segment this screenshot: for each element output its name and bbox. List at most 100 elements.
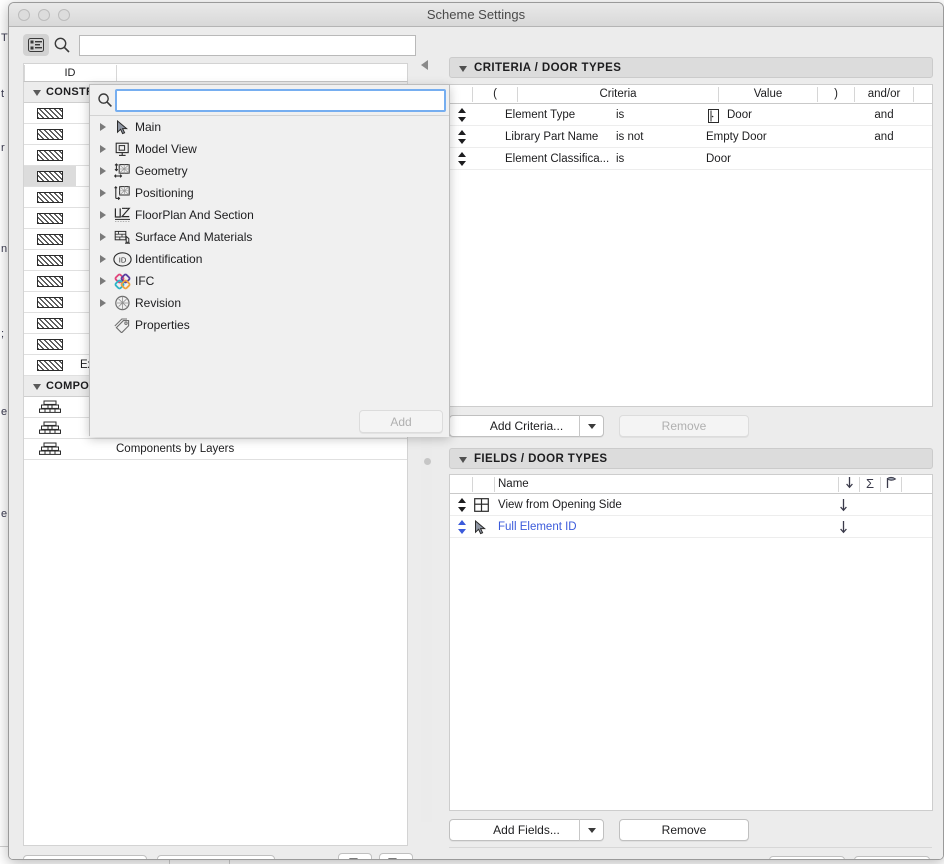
reorder-spinner-icon[interactable] — [457, 130, 466, 144]
cell-criteria[interactable]: Element Type — [505, 104, 575, 126]
scheme-search-input[interactable] — [79, 35, 416, 56]
add-criteria-button[interactable]: Add Criteria... — [449, 415, 604, 437]
tree-item-identification[interactable]: ID Identification — [90, 248, 449, 270]
cell-value[interactable]: Empty Door — [706, 126, 767, 148]
remove-criteria-button[interactable]: Remove — [619, 415, 749, 437]
tree-item-main[interactable]: Main — [90, 116, 449, 138]
delete-button[interactable]: Delete — [157, 855, 275, 859]
cell-field-name[interactable]: View from Opening Side — [498, 494, 622, 516]
dropdown-tree[interactable]: Main Model View Geometry Positioning Flo… — [90, 116, 449, 435]
chevron-right-icon[interactable] — [100, 277, 106, 285]
cell-operator[interactable]: is — [616, 148, 624, 170]
cell-criteria[interactable]: Element Classifica... — [505, 148, 609, 170]
tree-item-revision[interactable]: Revision — [90, 292, 449, 314]
chevron-right-icon[interactable] — [100, 123, 106, 131]
cancel-button[interactable]: Cancel — [769, 856, 845, 859]
column-header-name[interactable]: Name — [498, 475, 598, 493]
group-label: COMPO — [46, 380, 90, 392]
reorder-spinner-icon[interactable] — [457, 152, 466, 166]
tree-item-geometry[interactable]: Geometry — [90, 160, 449, 182]
chevron-right-icon[interactable] — [100, 255, 106, 263]
sum-sigma-icon[interactable]: Σ — [860, 475, 880, 493]
flag-icon[interactable] — [881, 475, 901, 493]
table-row[interactable]: Element Classifica... is Door — [450, 148, 932, 170]
chevron-down-icon[interactable] — [33, 384, 41, 390]
sort-down-icon[interactable] — [839, 520, 859, 542]
collapse-pane-icon[interactable] — [421, 60, 428, 70]
remove-fields-button[interactable]: Remove — [619, 819, 749, 841]
column-header-andor[interactable]: and/or — [855, 85, 913, 103]
chevron-right-icon[interactable] — [100, 167, 106, 175]
new-button[interactable]: New... — [23, 855, 147, 859]
tree-item-surface-and-materials[interactable]: Surface And Materials — [90, 226, 449, 248]
add-field-dropdown-popup[interactable]: Main Model View Geometry Positioning Flo… — [89, 84, 450, 437]
vertical-scrollbar[interactable] — [421, 427, 432, 822]
cell-close-paren[interactable] — [818, 104, 854, 126]
fields-table[interactable]: Name Σ View from Opening Side Full Eleme… — [449, 474, 933, 811]
column-header-open-paren[interactable]: ( — [473, 85, 517, 103]
scrollbar-thumb[interactable] — [424, 458, 431, 465]
chevron-right-icon[interactable] — [100, 211, 106, 219]
cell-close-paren[interactable] — [818, 126, 854, 148]
tree-item-ifc[interactable]: IFC — [90, 270, 449, 292]
chevron-down-icon[interactable] — [459, 66, 467, 72]
composite-hatch-icon — [24, 124, 76, 144]
list-item[interactable]: Components by Layers — [24, 439, 407, 460]
sort-down-icon[interactable] — [839, 475, 859, 493]
background-text-fragment: t — [1, 88, 5, 100]
chevron-down-icon[interactable] — [579, 819, 603, 841]
cell-close-paren[interactable] — [818, 148, 854, 170]
import-document-icon[interactable] — [338, 853, 372, 859]
criteria-table[interactable]: ( Criteria Value ) and/or Element Type i… — [449, 84, 933, 407]
cell-criteria[interactable]: Library Part Name — [505, 126, 598, 148]
ok-button[interactable]: OK — [854, 856, 930, 859]
tree-item-properties[interactable]: Properties — [90, 314, 449, 336]
reorder-spinner-icon[interactable] — [457, 520, 466, 534]
table-row[interactable]: Element Type is Door and — [450, 104, 932, 126]
chevron-right-icon[interactable] — [100, 233, 106, 241]
cell-value[interactable]: Door — [706, 148, 731, 170]
export-document-icon[interactable] — [379, 853, 413, 859]
chevron-down-icon[interactable] — [459, 457, 467, 463]
composite-hatch-icon — [24, 292, 76, 312]
reorder-spinner-icon[interactable] — [457, 498, 466, 512]
revision-icon — [112, 294, 132, 312]
search-icon[interactable] — [53, 36, 71, 54]
chevron-right-icon[interactable] — [100, 189, 106, 197]
tree-item-model-view[interactable]: Model View — [90, 138, 449, 160]
scheme-settings-dialog: Scheme Settings ID CONSTR COMPO Componen… — [8, 2, 944, 860]
chevron-right-icon[interactable] — [100, 145, 106, 153]
cell-andor[interactable] — [855, 148, 913, 170]
list-view-icon[interactable] — [23, 34, 49, 56]
chevron-right-icon[interactable] — [100, 299, 106, 307]
column-header-value[interactable]: Value — [719, 85, 817, 103]
add-button[interactable]: Add — [359, 410, 443, 433]
column-header-criteria[interactable]: Criteria — [518, 85, 718, 103]
fields-section-header[interactable]: FIELDS / DOOR TYPES — [449, 448, 933, 469]
composite-hatch-icon — [24, 271, 76, 291]
search-icon[interactable] — [97, 92, 113, 108]
cell-operator[interactable]: is — [616, 104, 624, 126]
composite-hatch-icon — [24, 250, 76, 270]
criteria-section-header[interactable]: CRITERIA / DOOR TYPES — [449, 57, 933, 78]
cell-field-name[interactable]: Full Element ID — [498, 516, 577, 538]
cell-value[interactable]: Door — [727, 104, 752, 126]
tree-item-positioning[interactable]: Positioning — [90, 182, 449, 204]
table-row[interactable]: Library Part Name is not Empty Door and — [450, 126, 932, 148]
chevron-down-icon[interactable] — [579, 415, 603, 437]
column-header-close-paren[interactable]: ) — [818, 85, 854, 103]
cell-andor[interactable]: and — [855, 126, 913, 148]
cell-andor[interactable]: and — [855, 104, 913, 126]
table-row[interactable]: View from Opening Side — [450, 494, 932, 516]
scheme-list-toolbar — [9, 27, 436, 63]
column-header-name[interactable] — [117, 64, 407, 82]
tree-item-floorplan-and-section[interactable]: FloorPlan And Section — [90, 204, 449, 226]
list-item-label: Components by Layers — [116, 443, 235, 455]
dropdown-search-input[interactable] — [115, 89, 446, 112]
cell-operator[interactable]: is not — [616, 126, 644, 148]
table-row-highlighted[interactable]: Full Element ID — [450, 516, 932, 538]
column-header-id[interactable]: ID — [24, 64, 116, 82]
chevron-down-icon[interactable] — [33, 90, 41, 96]
add-fields-button[interactable]: Add Fields... — [449, 819, 604, 841]
reorder-spinner-icon[interactable] — [457, 108, 466, 122]
